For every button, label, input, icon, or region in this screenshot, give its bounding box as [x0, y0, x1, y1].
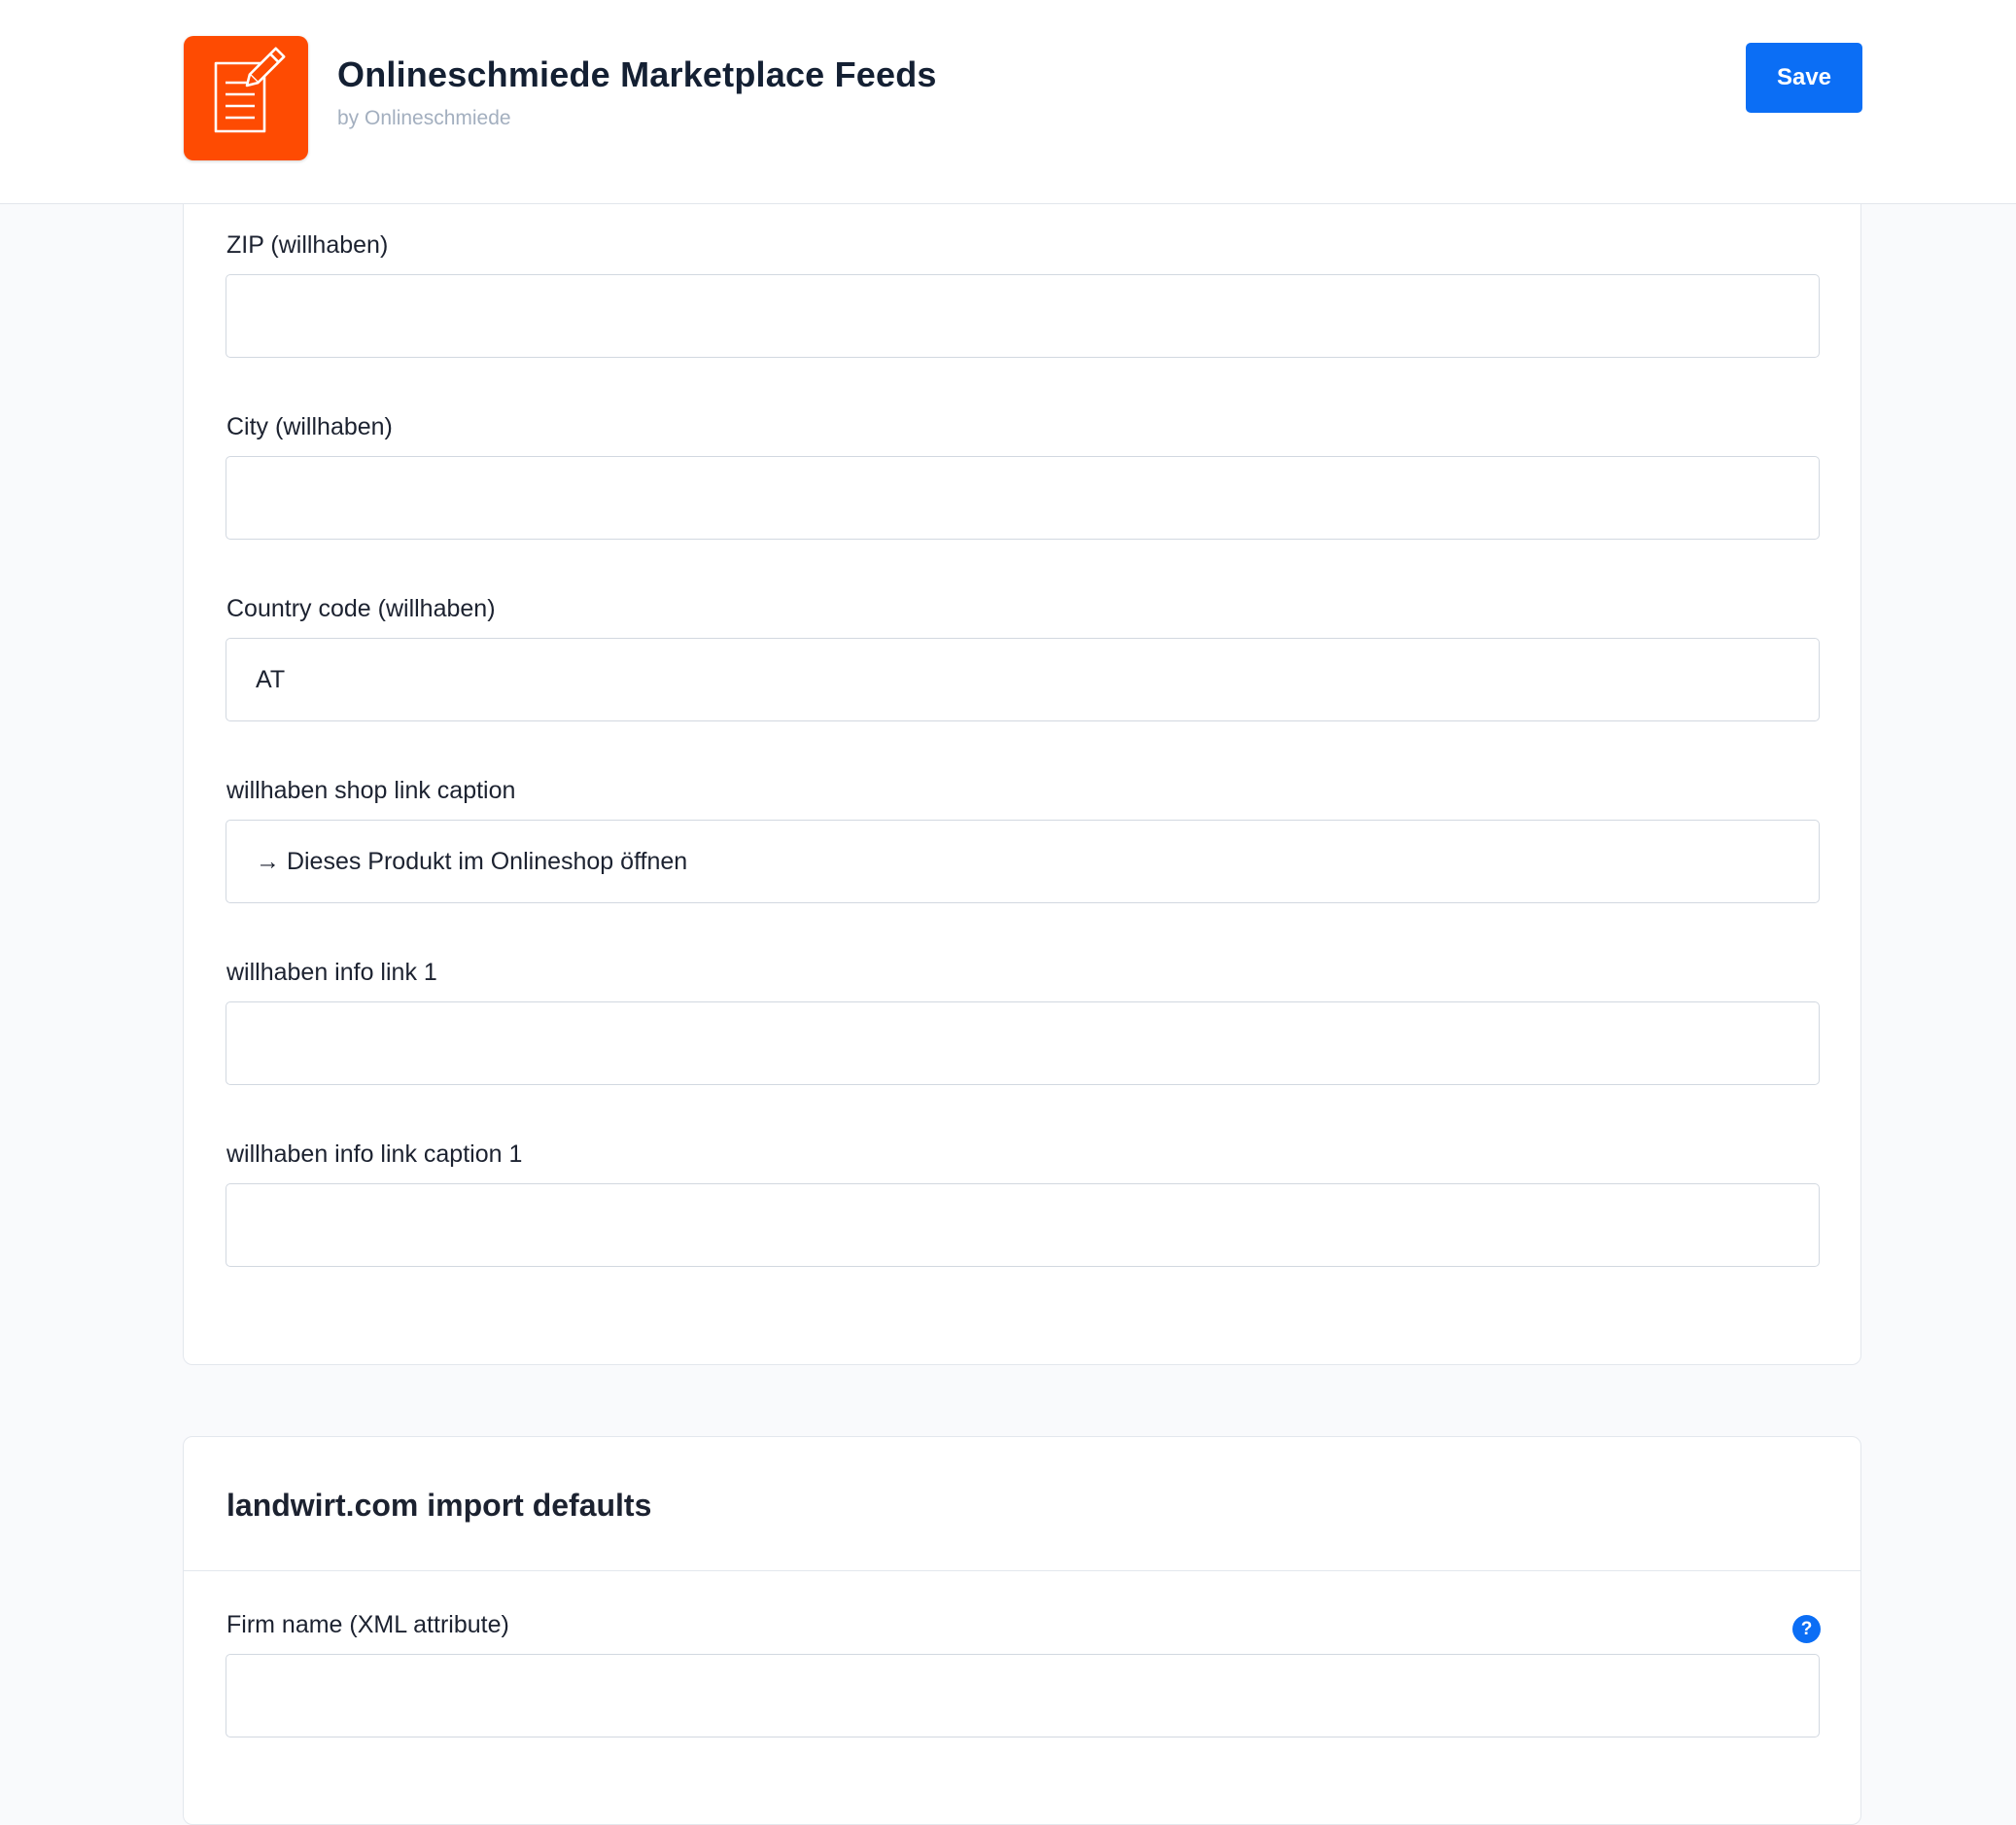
city-label: City (willhaben) — [226, 413, 393, 440]
app-title: Onlineschmiede Marketplace Feeds — [337, 54, 937, 94]
info-link-1-input[interactable] — [226, 1001, 1820, 1085]
country-code-label: Country code (willhaben) — [226, 595, 496, 622]
city-input[interactable] — [226, 456, 1820, 540]
section-divider — [184, 1570, 1860, 1571]
save-button[interactable]: Save — [1746, 43, 1862, 113]
app-header: Onlineschmiede Marketplace Feeds by Onli… — [0, 0, 2016, 204]
firm-name-input[interactable] — [226, 1654, 1820, 1737]
shop-link-caption-input[interactable] — [226, 820, 1820, 903]
app-vendor: by Onlineschmiede — [337, 107, 511, 129]
shop-link-caption-label: willhaben shop link caption — [226, 777, 516, 804]
notepad-edit-icon — [184, 36, 308, 160]
help-icon[interactable]: ? — [1792, 1615, 1821, 1643]
info-link-caption-1-input[interactable] — [226, 1183, 1820, 1267]
willhaben-settings-card: ZIP (willhaben) City (willhaben) Country… — [183, 165, 1861, 1365]
zip-label: ZIP (willhaben) — [226, 231, 389, 259]
section-title: landwirt.com import defaults — [226, 1488, 652, 1523]
info-link-caption-1-label: willhaben info link caption 1 — [226, 1141, 523, 1168]
firm-name-label: Firm name (XML attribute) — [226, 1611, 509, 1638]
info-link-1-label: willhaben info link 1 — [226, 959, 437, 986]
country-code-input[interactable] — [226, 638, 1820, 721]
zip-input[interactable] — [226, 274, 1820, 358]
landwirt-import-defaults-card: landwirt.com import defaults Firm name (… — [183, 1436, 1861, 1825]
